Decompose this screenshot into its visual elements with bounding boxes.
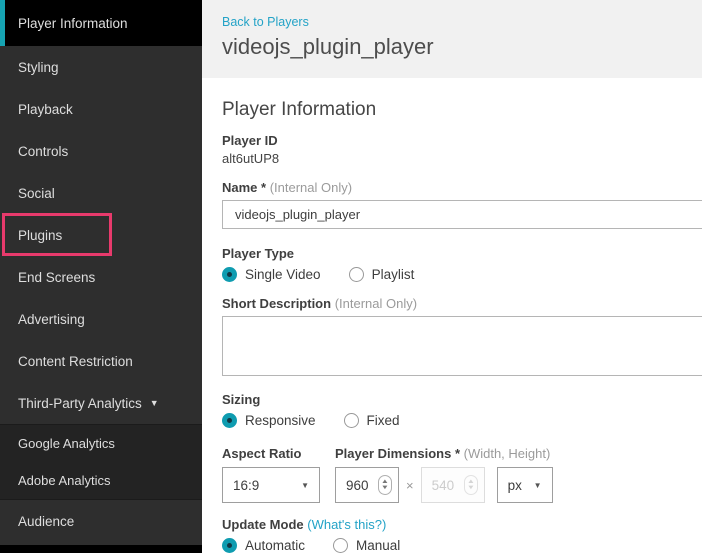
aspect-ratio-label: Aspect Ratio — [222, 446, 320, 461]
short-description-textarea[interactable] — [222, 316, 702, 376]
stepper-arrows-icon[interactable]: ▲▼ — [378, 475, 392, 495]
section-title: Player Information — [222, 99, 702, 121]
multiply-sign: × — [406, 478, 414, 493]
caret-down-icon: ▼ — [534, 481, 542, 490]
radio-label: Fixed — [367, 413, 400, 428]
name-hint: (Internal Only) — [270, 180, 352, 195]
sidebar-item-adobe-analytics[interactable]: Adobe Analytics — [0, 462, 202, 499]
stepper-arrows-icon: ▲▼ — [464, 475, 478, 495]
player-settings-app: Player Information Styling Playback Cont… — [0, 0, 702, 553]
player-dimensions-group: Player Dimensions * (Width, Height) 960 … — [335, 446, 553, 503]
player-dimensions-label: Player Dimensions * (Width, Height) — [335, 446, 553, 461]
player-id-value: alt6utUP8 — [222, 151, 702, 166]
short-description-hint: (Internal Only) — [335, 296, 417, 311]
sidebar-item-plugins[interactable]: Plugins — [0, 214, 202, 256]
caret-down-icon: ▼ — [150, 398, 159, 408]
radio-responsive[interactable]: Responsive — [222, 413, 316, 428]
name-label: Name * (Internal Only) — [222, 180, 702, 195]
radio-label: Single Video — [245, 267, 321, 282]
radio-fixed[interactable]: Fixed — [344, 413, 400, 428]
player-type-options: Single Video Playlist — [222, 267, 702, 282]
aspect-ratio-group: Aspect Ratio 16:9 ▼ — [222, 446, 320, 503]
sidebar-item-google-analytics[interactable]: Google Analytics — [0, 425, 202, 462]
name-input[interactable] — [222, 200, 702, 229]
player-dimensions-hint: (Width, Height) — [464, 446, 551, 461]
sidebar-item-content-restriction[interactable]: Content Restriction — [0, 340, 202, 382]
update-mode-label-text: Update Mode — [222, 517, 304, 532]
sidebar-item-advertising[interactable]: Advertising — [0, 298, 202, 340]
radio-label: Responsive — [245, 413, 316, 428]
unit-select[interactable]: px ▼ — [497, 467, 553, 503]
back-to-players-link[interactable]: Back to Players — [222, 15, 309, 29]
dimensions-section: Aspect Ratio 16:9 ▼ Player Dimensions * … — [222, 446, 702, 503]
sizing-options: Responsive Fixed — [222, 413, 702, 428]
main-panel: Back to Players videojs_plugin_player Pl… — [202, 0, 702, 553]
height-stepper-disabled: 540 ▲▼ — [421, 467, 485, 503]
page-header: Back to Players videojs_plugin_player — [202, 0, 702, 78]
radio-label: Automatic — [245, 538, 305, 553]
player-id-label: Player ID — [222, 133, 702, 148]
name-label-text: Name * — [222, 180, 266, 195]
sidebar-item-third-party-analytics[interactable]: Third-Party Analytics ▼ — [0, 382, 202, 424]
update-mode-label: Update Mode (What's this?) — [222, 517, 702, 532]
sidebar-item-social[interactable]: Social — [0, 172, 202, 214]
analytics-submenu: Google Analytics Adobe Analytics — [0, 424, 202, 500]
player-dimensions-label-text: Player Dimensions * — [335, 446, 460, 461]
player-type-label: Player Type — [222, 246, 702, 261]
unit-value: px — [508, 478, 522, 493]
sizing-label: Sizing — [222, 392, 702, 407]
radio-label: Playlist — [372, 267, 415, 282]
sidebar: Player Information Styling Playback Cont… — [0, 0, 202, 553]
player-information-form: Player Information Player ID alt6utUP8 N… — [202, 99, 702, 553]
sidebar-item-styling[interactable]: Styling — [0, 46, 202, 88]
radio-manual[interactable]: Manual — [333, 538, 400, 553]
sidebar-item-playback[interactable]: Playback — [0, 88, 202, 130]
page-title: videojs_plugin_player — [222, 34, 702, 60]
sidebar-item-label: Third-Party Analytics — [18, 396, 142, 411]
radio-checked-icon — [222, 267, 237, 282]
sidebar-item-end-screens[interactable]: End Screens — [0, 256, 202, 298]
sidebar-bottom-strip — [0, 545, 202, 553]
whats-this-link[interactable]: (What's this?) — [307, 517, 386, 532]
width-value: 960 — [346, 478, 369, 493]
sidebar-item-player-information[interactable]: Player Information — [0, 0, 202, 46]
short-description-label: Short Description (Internal Only) — [222, 296, 702, 311]
radio-playlist[interactable]: Playlist — [349, 267, 415, 282]
short-description-label-text: Short Description — [222, 296, 331, 311]
radio-label: Manual — [356, 538, 400, 553]
radio-unchecked-icon — [333, 538, 348, 553]
radio-single-video[interactable]: Single Video — [222, 267, 321, 282]
update-mode-options: Automatic Manual — [222, 538, 702, 553]
aspect-ratio-value: 16:9 — [233, 478, 259, 493]
sidebar-item-audience[interactable]: Audience — [0, 500, 202, 542]
radio-unchecked-icon — [349, 267, 364, 282]
aspect-ratio-select[interactable]: 16:9 ▼ — [222, 467, 320, 503]
radio-automatic[interactable]: Automatic — [222, 538, 305, 553]
radio-unchecked-icon — [344, 413, 359, 428]
radio-checked-icon — [222, 413, 237, 428]
radio-checked-icon — [222, 538, 237, 553]
caret-down-icon: ▼ — [301, 481, 309, 490]
width-stepper[interactable]: 960 ▲▼ — [335, 467, 399, 503]
sidebar-item-controls[interactable]: Controls — [0, 130, 202, 172]
height-value: 540 — [432, 478, 455, 493]
